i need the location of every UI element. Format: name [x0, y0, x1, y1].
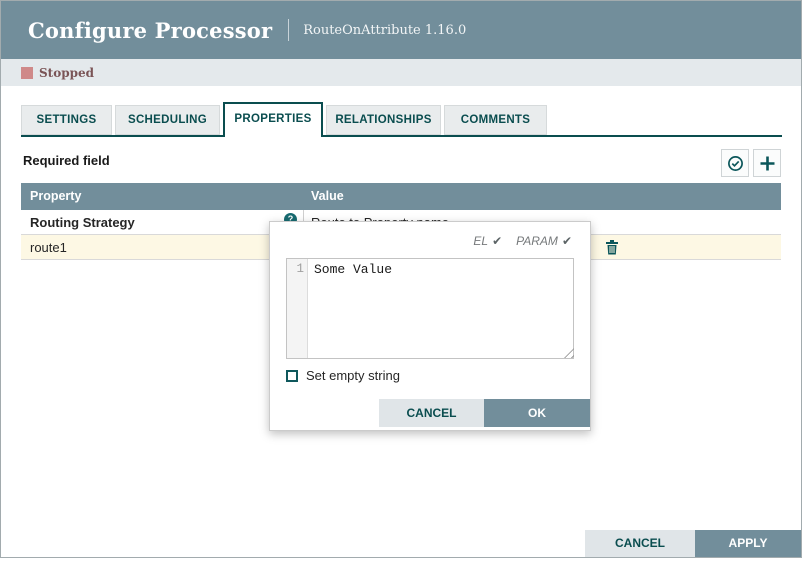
property-name: Routing Strategy	[30, 210, 135, 235]
column-header-value: Value	[311, 183, 344, 210]
cancel-button[interactable]: CANCEL	[585, 530, 695, 557]
set-empty-string-row: Set empty string	[286, 368, 400, 383]
el-supported-badge: EL	[473, 234, 488, 248]
tab-comments[interactable]: COMMENTS	[444, 105, 547, 135]
plus-icon	[759, 155, 776, 172]
editor-ok-button[interactable]: OK	[484, 399, 590, 427]
apply-button[interactable]: APPLY	[695, 530, 801, 557]
set-empty-string-checkbox[interactable]	[286, 370, 298, 382]
value-editor-input[interactable]: Some Value	[308, 259, 573, 358]
tab-settings[interactable]: SETTINGS	[21, 105, 112, 135]
check-icon: ✔	[492, 234, 502, 248]
dialog-header: Configure Processor RouteOnAttribute 1.1…	[1, 1, 801, 59]
table-header-row: Property Value	[21, 183, 781, 210]
stopped-status-icon	[21, 67, 33, 79]
tab-relationships[interactable]: RELATIONSHIPS	[326, 105, 441, 135]
value-editor-popup: EL✔PARAM✔ 1 Some Value Set empty string …	[269, 221, 591, 431]
required-field-label: Required field	[23, 153, 110, 168]
delete-property-button[interactable]	[605, 240, 619, 255]
expression-language-badges: EL ✔ PARAM ✔	[473, 234, 572, 248]
dialog-title: Configure Processor	[28, 18, 272, 43]
title-separator	[288, 19, 289, 41]
tab-properties[interactable]: PROPERTIES	[223, 102, 323, 137]
editor-cancel-button[interactable]: CANCEL	[379, 399, 484, 427]
value-editor: 1 Some Value	[286, 258, 574, 359]
property-name[interactable]: route1	[30, 235, 67, 260]
trash-icon	[605, 240, 619, 255]
set-empty-string-label: Set empty string	[306, 368, 400, 383]
param-supported-badge: PARAM	[516, 234, 558, 248]
verify-properties-button[interactable]	[721, 149, 749, 177]
line-number-gutter: 1	[287, 259, 308, 358]
check-circle-icon	[727, 155, 744, 172]
processor-name-version: RouteOnAttribute 1.16.0	[303, 23, 466, 38]
status-bar: Stopped	[1, 59, 801, 86]
tab-underline	[21, 135, 782, 137]
add-property-button[interactable]	[753, 149, 781, 177]
check-icon: ✔	[562, 234, 572, 248]
configure-processor-dialog: Configure Processor RouteOnAttribute 1.1…	[0, 0, 802, 558]
status-label: Stopped	[39, 66, 94, 80]
column-header-property: Property	[30, 183, 81, 210]
tab-scheduling[interactable]: SCHEDULING	[115, 105, 220, 135]
